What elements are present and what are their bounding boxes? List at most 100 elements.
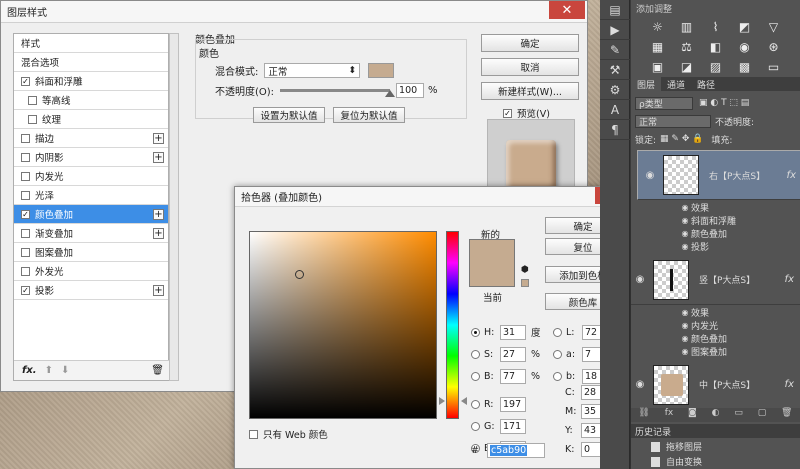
levels-icon[interactable]: ▥: [672, 20, 701, 34]
effects-row[interactable]: ◉效果: [679, 306, 710, 319]
color-radio[interactable]: [553, 371, 562, 381]
sidebar-scrollbar[interactable]: [169, 33, 179, 381]
sidebar-item[interactable]: 纹理: [14, 110, 168, 129]
slider-thumb[interactable]: [385, 90, 396, 97]
opacity-input[interactable]: 100: [396, 83, 425, 98]
sidebar-item[interactable]: ✓ 投影 +: [14, 281, 168, 300]
move-up-icon[interactable]: ⬆: [45, 365, 53, 376]
color-radio[interactable]: [553, 349, 562, 359]
current-color-swatch[interactable]: [470, 263, 514, 286]
eye-icon[interactable]: ◉: [631, 379, 649, 390]
eye-icon[interactable]: ◉: [679, 334, 691, 343]
sidebar-checkbox[interactable]: [28, 114, 37, 124]
filter-icons[interactable]: ▣ ◐ T ⬚ ▤: [699, 98, 749, 108]
sidebar-item[interactable]: 内阴影 +: [14, 148, 168, 167]
add-icon[interactable]: +: [153, 151, 164, 163]
character-icon[interactable]: A: [600, 100, 630, 120]
ok-button[interactable]: 确定: [481, 34, 579, 52]
mixer-icon[interactable]: ⊛: [759, 40, 788, 54]
gradient-map-icon[interactable]: ▭: [759, 60, 788, 74]
color-radio[interactable]: [471, 371, 480, 381]
adjust-icon[interactable]: ⚙: [600, 80, 630, 100]
layer-fx-icon[interactable]: fx: [785, 379, 794, 390]
color-field-input[interactable]: 31: [500, 324, 526, 340]
brush-icon[interactable]: ⚒: [600, 60, 630, 80]
trash-icon[interactable]: 🗑: [781, 408, 792, 422]
sidebar-checkbox[interactable]: [21, 228, 30, 238]
eye-icon[interactable]: ◉: [679, 321, 691, 330]
tab-1[interactable]: 通道: [661, 77, 691, 91]
opacity-slider[interactable]: [280, 89, 396, 97]
filter-select[interactable]: ρ类型: [635, 96, 693, 110]
add-icon[interactable]: +: [153, 284, 164, 296]
sidebar-item[interactable]: 混合选项: [14, 53, 168, 72]
eye-icon[interactable]: ◉: [631, 274, 649, 285]
new-layer-icon[interactable]: ▢: [758, 408, 767, 422]
sidebar-item[interactable]: 等高线: [14, 91, 168, 110]
color-radio[interactable]: [553, 327, 562, 337]
history-item[interactable]: 自由变换: [631, 454, 800, 469]
adjustment-layer-icon[interactable]: ◐: [712, 408, 720, 422]
sidebar-checkbox[interactable]: ✓: [21, 209, 30, 219]
brightness-icon[interactable]: ☼: [643, 20, 672, 34]
blend-mode-select[interactable]: 正常 ⬍: [264, 63, 361, 78]
layer-fx-icon[interactable]: fx: [787, 170, 796, 181]
tab-0[interactable]: 图层: [631, 77, 662, 91]
bw-icon[interactable]: ◧: [701, 40, 730, 54]
sidebar-checkbox[interactable]: [21, 171, 30, 181]
balance-icon[interactable]: ⚖: [672, 40, 701, 54]
layer-row[interactable]: ◉ 中【P大点S】 fx: [631, 360, 800, 410]
preview-checkbox[interactable]: ✓: [503, 108, 512, 118]
color-field-input[interactable]: 27: [500, 346, 526, 362]
overlay-color-swatch[interactable]: [368, 63, 395, 78]
link-icon[interactable]: ⛓: [638, 408, 649, 422]
vibrance-icon[interactable]: ▽: [759, 20, 788, 34]
tab-2[interactable]: 路径: [691, 77, 721, 91]
history-tab[interactable]: 历史记录: [631, 424, 800, 438]
color-radio[interactable]: [471, 327, 480, 337]
web-only-checkbox[interactable]: [249, 429, 258, 439]
layer-fx-icon[interactable]: fx: [785, 274, 794, 285]
sidebar-item[interactable]: 图案叠加: [14, 243, 168, 262]
set-default-button[interactable]: 设置为默认值: [253, 107, 325, 123]
color-radio[interactable]: [471, 421, 480, 431]
cube-icon[interactable]: ⬢: [521, 265, 529, 275]
sidebar-item[interactable]: ✓ 斜面和浮雕: [14, 72, 168, 91]
history-item[interactable]: 拖移图层: [631, 439, 800, 454]
close-icon[interactable]: ✕: [549, 1, 585, 19]
sidebar-checkbox[interactable]: [21, 266, 30, 276]
photo-filter-icon[interactable]: ◉: [730, 40, 759, 54]
actions-icon[interactable]: ▶: [600, 20, 630, 40]
eye-icon[interactable]: ◉: [679, 216, 691, 225]
mask-icon[interactable]: ◙: [688, 408, 697, 422]
effect-item[interactable]: ◉ 颜色叠加: [679, 332, 728, 345]
history-icon[interactable]: ▤: [600, 0, 630, 20]
move-down-icon[interactable]: ⬇: [61, 365, 69, 376]
effects-row[interactable]: ◉效果: [679, 201, 710, 214]
eye-icon[interactable]: ◉: [679, 242, 691, 251]
eye-icon[interactable]: ◉: [679, 347, 691, 356]
tool-presets-icon[interactable]: ✎: [600, 40, 630, 60]
exposure-icon[interactable]: ◩: [730, 20, 759, 34]
effect-item[interactable]: ◉ 内发光: [679, 319, 719, 332]
fx-icon[interactable]: fx.: [22, 365, 37, 376]
cancel-button[interactable]: 取消: [481, 58, 579, 76]
sidebar-checkbox[interactable]: [21, 152, 30, 162]
eye-icon[interactable]: ◉: [679, 229, 691, 238]
sidebar-item[interactable]: 光泽: [14, 186, 168, 205]
web-safe-swatch[interactable]: [521, 279, 529, 287]
effect-item[interactable]: ◉ 投影: [679, 240, 710, 253]
hue-slider[interactable]: [446, 231, 459, 419]
fx-icon[interactable]: fx: [665, 408, 674, 422]
color-radio[interactable]: [471, 349, 480, 359]
threshold-icon[interactable]: ▩: [730, 60, 759, 74]
color-field-input[interactable]: 77: [500, 368, 526, 384]
add-icon[interactable]: +: [153, 208, 164, 220]
folder-icon[interactable]: ▭: [734, 408, 743, 422]
sidebar-checkbox[interactable]: ✓: [21, 76, 30, 86]
sidebar-item[interactable]: ✓ 颜色叠加 +: [14, 205, 168, 224]
color-field-input[interactable]: 197: [500, 396, 526, 412]
new-style-button[interactable]: 新建样式(W)...: [481, 82, 579, 100]
saturation-brightness-field[interactable]: [249, 231, 437, 419]
effect-item[interactable]: ◉ 颜色叠加: [679, 227, 728, 240]
